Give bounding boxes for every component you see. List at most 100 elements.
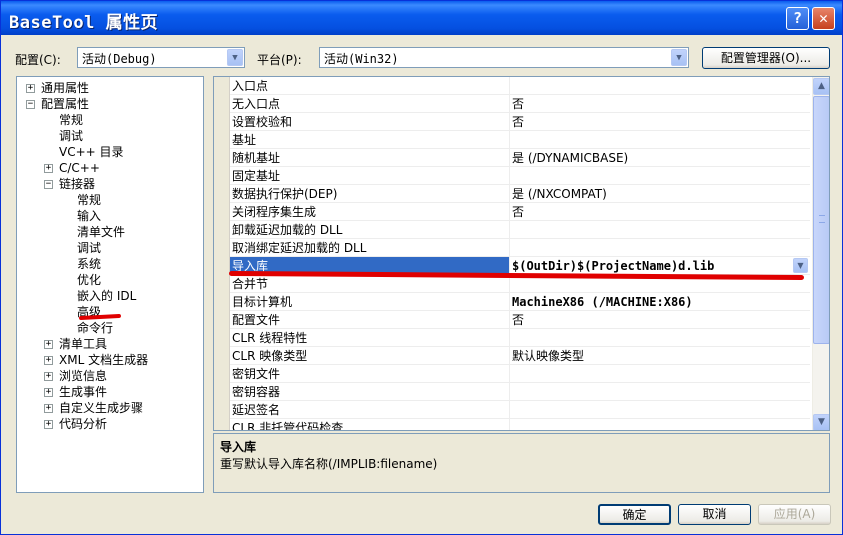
tree-item[interactable]: 通用属性: [41, 80, 89, 96]
arrow-down-icon[interactable]: ▼: [813, 414, 829, 430]
tree-item[interactable]: VC++ 目录: [59, 144, 124, 160]
property-row[interactable]: 目标计算机 MachineX86 (/MACHINE:X86): [230, 293, 810, 311]
expand-icon[interactable]: +: [26, 84, 35, 93]
property-name: 入口点: [232, 79, 269, 93]
property-name: 目标计算机: [232, 295, 293, 309]
property-row[interactable]: 入口点: [230, 77, 810, 95]
close-button[interactable]: ✕: [812, 7, 835, 30]
property-name: 合并节: [232, 277, 269, 291]
tree-item[interactable]: 常规: [77, 192, 101, 208]
expand-icon[interactable]: +: [44, 388, 53, 397]
property-row[interactable]: 固定基址: [230, 167, 810, 185]
expand-icon[interactable]: +: [44, 372, 53, 381]
property-name: 随机基址: [232, 151, 281, 165]
title-bar: BaseTool 属性页 ? ✕: [1, 1, 842, 35]
description-title: 导入库: [220, 440, 257, 454]
cancel-button[interactable]: 取消: [678, 504, 751, 525]
tree-item[interactable]: C/C++: [59, 160, 100, 176]
description-panel: 导入库 重写默认导入库名称(/IMPLIB:filename): [213, 433, 830, 493]
tree-item[interactable]: 生成事件: [59, 384, 107, 400]
property-value[interactable]: 否: [512, 311, 524, 329]
property-value[interactable]: 是 (/NXCOMPAT): [512, 185, 607, 203]
property-row[interactable]: 密钥文件: [230, 365, 810, 383]
platform-select-value: 活动(Win32): [324, 52, 399, 66]
property-row[interactable]: 数据执行保护(DEP) 是 (/NXCOMPAT): [230, 185, 810, 203]
tree-item[interactable]: 配置属性: [41, 96, 89, 112]
tree-item[interactable]: 嵌入的 IDL: [77, 288, 136, 304]
tree-item[interactable]: XML 文档生成器: [59, 352, 148, 368]
property-name: 数据执行保护(DEP): [232, 187, 338, 201]
property-row[interactable]: 基址: [230, 131, 810, 149]
tree-item[interactable]: 浏览信息: [59, 368, 107, 384]
platform-select[interactable]: 活动(Win32) ▼: [319, 47, 689, 68]
expand-icon[interactable]: +: [44, 356, 53, 365]
ok-button[interactable]: 确定: [598, 504, 671, 525]
property-name: 无入口点: [232, 97, 281, 111]
platform-label: 平台(P):: [257, 53, 302, 67]
property-row[interactable]: 卸载延迟加载的 DLL: [230, 221, 810, 239]
vertical-scrollbar[interactable]: ▲ ▼: [812, 77, 829, 430]
property-name: 密钥容器: [232, 385, 281, 399]
property-value[interactable]: 否: [512, 203, 524, 221]
property-row[interactable]: 设置校验和 否: [230, 113, 810, 131]
property-name: 卸载延迟加载的 DLL: [232, 223, 343, 237]
tree-item[interactable]: 系统: [77, 256, 101, 272]
chevron-down-icon[interactable]: ▼: [671, 49, 687, 66]
property-row[interactable]: CLR 非托管代码检查: [230, 419, 810, 431]
property-row[interactable]: 密钥容器: [230, 383, 810, 401]
property-row[interactable]: 配置文件 否: [230, 311, 810, 329]
property-row[interactable]: 随机基址 是 (/DYNAMICBASE): [230, 149, 810, 167]
properties-dialog: BaseTool 属性页 ? ✕ 配置(C): 活动(Debug) ▼ 平台(P…: [0, 0, 843, 535]
expand-icon[interactable]: +: [44, 340, 53, 349]
property-row[interactable]: 关闭程序集生成 否: [230, 203, 810, 221]
tree-item[interactable]: 调试: [77, 240, 101, 256]
config-manager-button[interactable]: 配置管理器(O)...: [702, 47, 830, 69]
tree-item[interactable]: 清单工具: [59, 336, 107, 352]
tree-item[interactable]: 清单文件: [77, 224, 125, 240]
scroll-thumb[interactable]: [813, 96, 829, 344]
config-select-value: 活动(Debug): [82, 52, 157, 66]
chevron-down-icon[interactable]: ▼: [227, 49, 243, 66]
property-tree[interactable]: + 通用属性 − 配置属性 常规 调试 VC++ 目录 + C/C++ − 链接器 常规 输入 清单文件调…: [16, 76, 204, 493]
collapse-icon[interactable]: −: [44, 180, 53, 189]
property-value[interactable]: 默认映像类型: [512, 347, 584, 365]
description-text: 重写默认导入库名称(/IMPLIB:filename): [220, 457, 438, 471]
expand-icon[interactable]: +: [44, 164, 53, 173]
property-row[interactable]: CLR 映像类型 默认映像类型: [230, 347, 810, 365]
window-title: BaseTool 属性页: [9, 13, 159, 33]
property-row[interactable]: CLR 线程特性: [230, 329, 810, 347]
config-toolbar: 配置(C): 活动(Debug) ▼ 平台(P): 活动(Win32) ▼ 配置…: [1, 46, 843, 70]
property-row[interactable]: 延迟签名: [230, 401, 810, 419]
tree-item[interactable]: 调试: [59, 128, 83, 144]
collapse-icon[interactable]: −: [26, 100, 35, 109]
property-grid[interactable]: 入口点 无入口点否设置校验和否基址 随机基址是 (/DYNAMICBASE) 固定基址…: [213, 76, 830, 431]
tree-item[interactable]: 输入: [77, 208, 101, 224]
tree-item[interactable]: 链接器: [59, 176, 95, 192]
property-value[interactable]: 否: [512, 113, 524, 131]
tree-item[interactable]: 自定义生成步骤: [59, 400, 143, 416]
property-name: 取消绑定延迟加载的 DLL: [232, 241, 367, 255]
property-name: 密钥文件: [232, 367, 281, 381]
property-name: 配置文件: [232, 313, 281, 327]
tree-item[interactable]: 命令行: [77, 320, 113, 336]
property-name: 基址: [232, 133, 257, 147]
property-name: CLR 非托管代码检查: [232, 421, 344, 431]
property-value[interactable]: 是 (/DYNAMICBASE): [512, 149, 628, 167]
property-row[interactable]: 取消绑定延迟加载的 DLL: [230, 239, 810, 257]
chevron-down-icon[interactable]: ▼: [793, 258, 808, 273]
tree-item[interactable]: 常规: [59, 112, 83, 128]
tree-item[interactable]: 代码分析: [59, 416, 107, 432]
config-select[interactable]: 活动(Debug) ▼: [77, 47, 245, 68]
arrow-up-icon[interactable]: ▲: [813, 78, 829, 95]
apply-button[interactable]: 应用(A): [758, 504, 831, 525]
property-name: 设置校验和: [232, 115, 293, 129]
help-button[interactable]: ?: [786, 7, 809, 30]
tree-item[interactable]: 优化: [77, 272, 101, 288]
expand-icon[interactable]: +: [44, 420, 53, 429]
property-name: CLR 映像类型: [232, 349, 308, 363]
property-value[interactable]: 否: [512, 95, 524, 113]
property-value[interactable]: MachineX86 (/MACHINE:X86): [512, 293, 693, 311]
property-name: 固定基址: [232, 169, 281, 183]
expand-icon[interactable]: +: [44, 404, 53, 413]
property-row[interactable]: 无入口点 否: [230, 95, 810, 113]
